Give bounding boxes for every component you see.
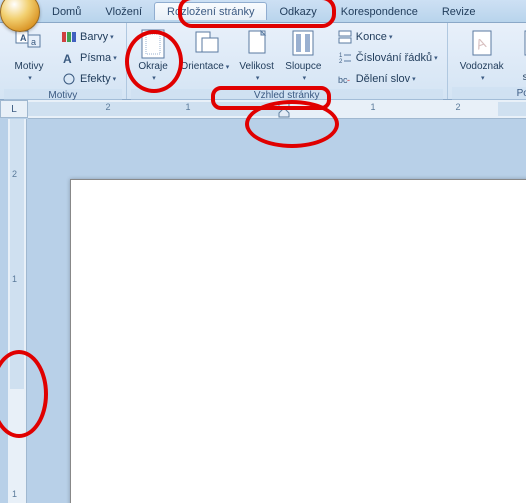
fonts-button[interactable]: A Písma▾ bbox=[56, 48, 122, 68]
svg-text:a: a bbox=[31, 37, 36, 47]
tab-mailings[interactable]: Korespondence bbox=[329, 3, 430, 20]
line-numbers-icon: 12 bbox=[337, 51, 353, 65]
hanging-indent-marker[interactable] bbox=[278, 108, 290, 118]
chevron-down-icon: ▾ bbox=[412, 75, 416, 83]
group-page-background-title: Pozadí bbox=[452, 87, 526, 100]
size-icon bbox=[241, 28, 273, 60]
ruler-v-num: 2 bbox=[12, 169, 17, 179]
page-color-button[interactable]: Barstrán bbox=[514, 25, 526, 87]
horizontal-ruler[interactable]: 2 1 1 2 bbox=[28, 100, 526, 119]
orientation-button[interactable]: Orientace▾ bbox=[177, 25, 232, 87]
ruler-h-num: 2 bbox=[105, 102, 110, 112]
columns-label: Sloupce bbox=[285, 61, 321, 72]
margins-button[interactable]: Okraje ▾ bbox=[131, 25, 176, 87]
colors-button[interactable]: Barvy▾ bbox=[56, 27, 122, 47]
group-page-background: A Vodoznak ▾ Barstrán Pozadí bbox=[448, 23, 526, 99]
effects-icon bbox=[61, 72, 77, 86]
line-numbers-label: Číslování řádků bbox=[356, 52, 432, 64]
tab-references[interactable]: Odkazy bbox=[267, 3, 328, 20]
fonts-icon: A bbox=[61, 51, 77, 65]
svg-text:2: 2 bbox=[339, 59, 343, 65]
size-label: Velikost bbox=[239, 61, 273, 72]
ribbon-tabs: Domů Vložení Rozložení stránky Odkazy Ko… bbox=[0, 0, 526, 23]
tab-review[interactable]: Revize bbox=[430, 3, 488, 20]
orientation-label: Orientace bbox=[180, 61, 223, 72]
watermark-icon: A bbox=[466, 28, 498, 60]
breaks-label: Konce bbox=[356, 31, 387, 43]
colors-label: Barvy bbox=[80, 31, 108, 43]
hyphenation-label: Dělení slov bbox=[356, 73, 410, 85]
fonts-label: Písma bbox=[80, 52, 111, 64]
watermark-label: Vodoznak bbox=[460, 61, 504, 72]
effects-button[interactable]: Efekty▾ bbox=[56, 69, 122, 89]
line-numbers-button[interactable]: 12 Číslování řádků▾ bbox=[332, 48, 443, 68]
hyphenation-icon: bc- bbox=[337, 72, 353, 86]
chevron-down-icon: ▾ bbox=[303, 75, 307, 82]
group-page-setup: Okraje▾ Orientace▾ Velikost▾ Sloupce▾ Ko… bbox=[127, 23, 448, 99]
columns-button[interactable]: Sloupce ▾ bbox=[281, 25, 326, 87]
breaks-icon bbox=[337, 30, 353, 44]
chevron-down-icon: ▾ bbox=[113, 54, 117, 62]
size-button[interactable]: Velikost ▾ bbox=[234, 25, 279, 87]
chevron-down-icon: ▾ bbox=[226, 64, 230, 71]
ruler-h-num: 2 bbox=[455, 102, 460, 112]
chevron-down-icon: ▾ bbox=[256, 75, 260, 82]
chevron-down-icon: ▾ bbox=[481, 75, 485, 82]
tab-page-layout[interactable]: Rozložení stránky bbox=[154, 2, 267, 20]
themes-button[interactable]: Aa Motivy ▾ bbox=[4, 25, 54, 87]
ribbon: Aa Motivy▾ Barvy▾ A Písma▾ Efekty▾ Mo bbox=[0, 23, 526, 100]
ruler-v-num: 1 bbox=[12, 274, 17, 284]
chevron-down-icon: ▾ bbox=[434, 54, 438, 62]
document-area: 2 1 1 ¶ bbox=[0, 119, 526, 503]
tab-insert[interactable]: Vložení bbox=[93, 3, 154, 20]
chevron-down-icon: ▾ bbox=[113, 75, 117, 83]
colors-icon bbox=[61, 30, 77, 44]
chevron-down-icon: ▾ bbox=[389, 33, 393, 41]
ruler-v-num: 1 bbox=[12, 489, 17, 499]
ruler-h-num: 1 bbox=[185, 102, 190, 112]
chevron-down-icon: ▾ bbox=[110, 33, 114, 41]
vertical-ruler[interactable]: 2 1 1 bbox=[8, 119, 27, 503]
page-color-icon bbox=[518, 28, 526, 60]
page[interactable] bbox=[70, 179, 526, 503]
svg-text:A: A bbox=[20, 33, 27, 43]
tab-selector[interactable]: L bbox=[0, 100, 28, 118]
watermark-button[interactable]: A Vodoznak ▾ bbox=[452, 25, 512, 87]
margins-icon bbox=[137, 28, 169, 60]
page-color-label-2: strán bbox=[523, 72, 526, 83]
effects-label: Efekty bbox=[80, 73, 111, 85]
group-themes: Aa Motivy▾ Barvy▾ A Písma▾ Efekty▾ Mo bbox=[0, 23, 127, 99]
tab-home[interactable]: Domů bbox=[40, 3, 93, 20]
hyphenation-button[interactable]: bc- Dělení slov▾ bbox=[332, 69, 443, 89]
orientation-icon bbox=[189, 28, 221, 60]
chevron-down-icon: ▾ bbox=[28, 75, 32, 82]
chevron-down-icon: ▾ bbox=[152, 75, 156, 82]
margins-label: Okraje bbox=[138, 61, 167, 72]
svg-text:-: - bbox=[347, 75, 350, 85]
breaks-button[interactable]: Konce▾ bbox=[332, 27, 443, 47]
themes-icon: Aa bbox=[13, 28, 45, 60]
themes-label: Motivy bbox=[15, 61, 44, 72]
ruler-h-num: 1 bbox=[370, 102, 375, 112]
columns-icon bbox=[287, 28, 319, 60]
svg-text:A: A bbox=[63, 52, 72, 65]
